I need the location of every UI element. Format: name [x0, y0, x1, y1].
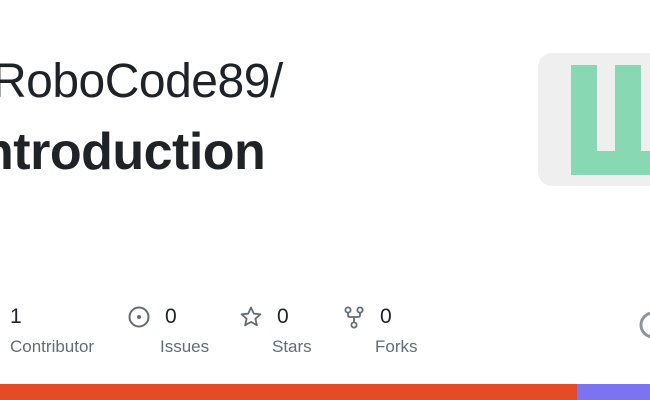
stat-contributors[interactable]: 1 Contributor: [10, 303, 94, 357]
stat-count: 0: [165, 305, 177, 328]
language-segment: [0, 384, 578, 400]
language-bar: [0, 384, 650, 400]
fork-icon: [342, 305, 366, 329]
issue-icon: [127, 305, 151, 329]
stat-count: 0: [380, 305, 392, 328]
stat-label: Forks: [375, 337, 418, 356]
stat-label: Contributor: [10, 337, 95, 356]
identicon-icon: [571, 65, 650, 175]
stat-count: 0: [277, 305, 289, 328]
stat-stars[interactable]: 0 Stars: [239, 303, 312, 357]
stat-count: 1: [10, 305, 22, 328]
github-logo-icon: [638, 310, 650, 340]
stat-label: Stars: [272, 337, 312, 356]
repo-owner: RoboCode89/: [0, 55, 283, 108]
language-segment: [577, 384, 650, 400]
avatar: [538, 53, 650, 186]
stat-forks[interactable]: 0 Forks: [342, 303, 418, 357]
star-icon: [239, 305, 263, 329]
repo-stats: 1 Contributor 0 Issues 0 Stars 0 Forks: [0, 303, 650, 363]
repo-name: ntroduction: [0, 123, 266, 181]
stat-issues[interactable]: 0 Issues: [127, 303, 209, 357]
stat-label: Issues: [160, 337, 210, 356]
